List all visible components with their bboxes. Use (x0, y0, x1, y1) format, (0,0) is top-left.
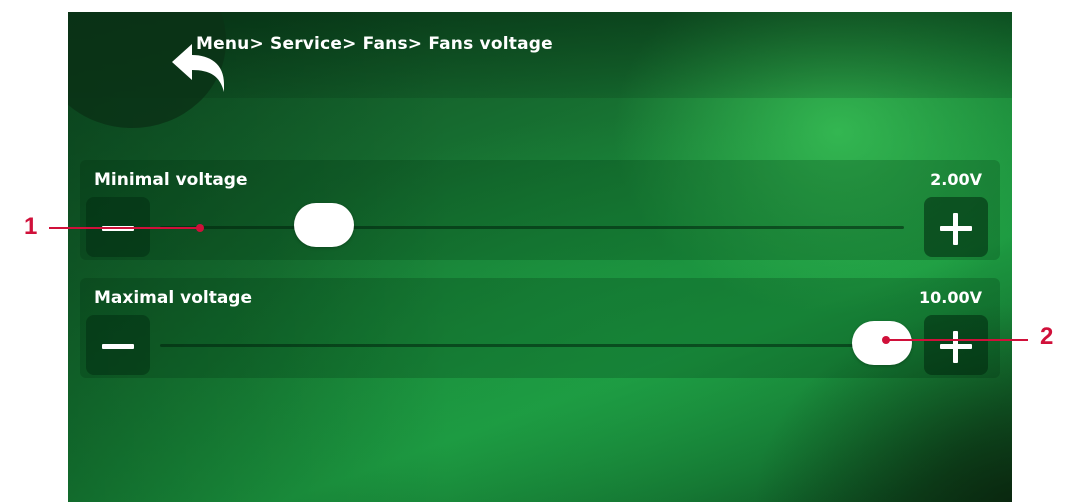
maximal-voltage-slider-thumb[interactable] (851, 321, 912, 365)
callout-1-dot (196, 224, 204, 232)
callout-2-number: 2 (1040, 323, 1054, 350)
callout-2-line (886, 339, 1028, 341)
callout-1-line (49, 227, 199, 229)
device-screen: Menu> Service> Fans> Fans voltage Minima… (68, 12, 1012, 502)
plus-icon-vertical (953, 213, 958, 245)
plus-icon-vertical (953, 331, 958, 363)
maximal-voltage-decrease-button[interactable] (86, 315, 150, 375)
page: Menu> Service> Fans> Fans voltage Minima… (0, 0, 1067, 502)
maximal-voltage-label: Maximal voltage (94, 288, 252, 308)
minus-icon (102, 344, 134, 349)
callout-1-number: 1 (24, 213, 38, 240)
maximal-voltage-value: 10.00V (919, 288, 982, 307)
minimal-voltage-slider-thumb[interactable] (293, 203, 354, 247)
minimal-voltage-increase-button[interactable] (924, 197, 988, 257)
maximal-voltage-panel: Maximal voltage 10.00V (80, 278, 1000, 378)
minimal-voltage-panel: Minimal voltage 2.00V (80, 160, 1000, 260)
minimal-voltage-value: 2.00V (930, 170, 982, 189)
maximal-voltage-increase-button[interactable] (924, 315, 988, 375)
callout-2-dot (882, 336, 890, 344)
minimal-voltage-slider-track[interactable] (160, 226, 904, 229)
minimal-voltage-label: Minimal voltage (94, 170, 248, 190)
maximal-voltage-slider-track[interactable] (160, 344, 904, 347)
breadcrumb: Menu> Service> Fans> Fans voltage (196, 34, 553, 54)
